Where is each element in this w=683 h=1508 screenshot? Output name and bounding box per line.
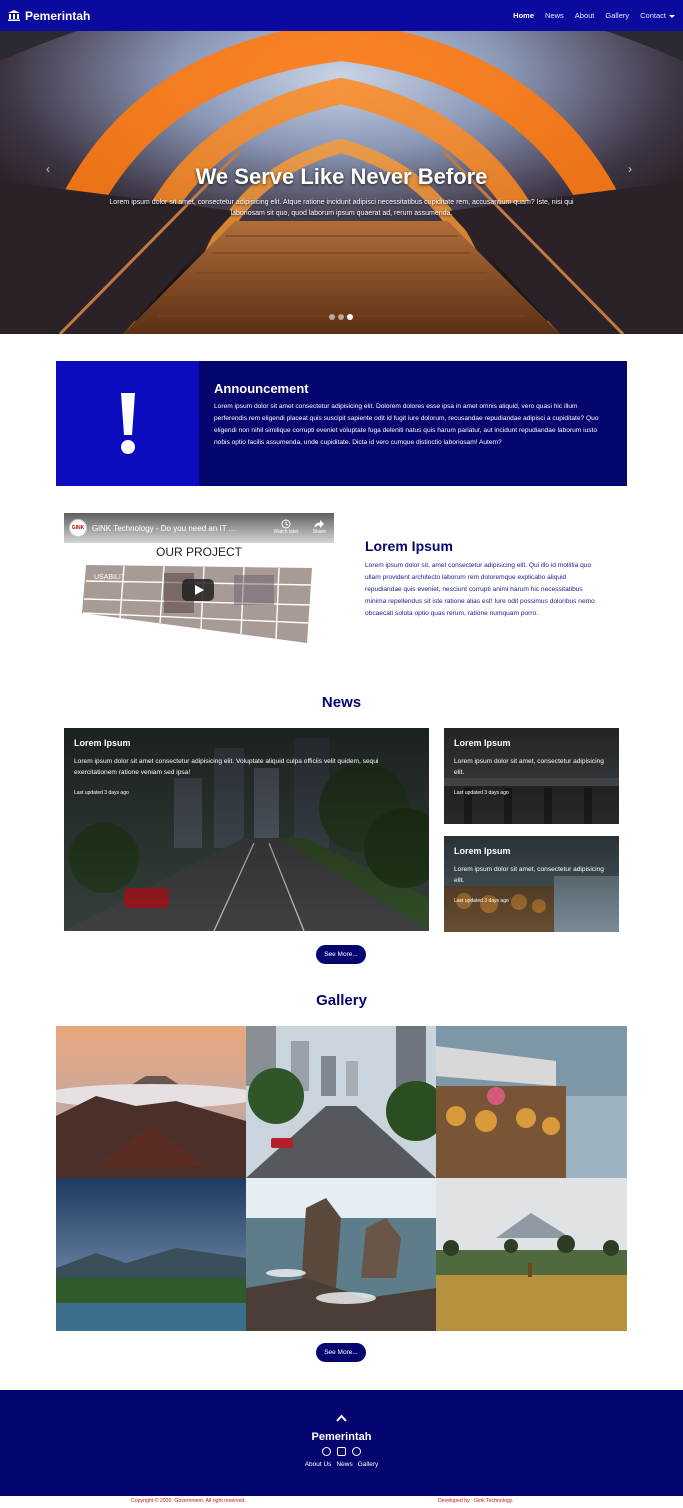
news-text: Lorem ipsum dolor sit amet, consectetur … (454, 758, 604, 776)
footer-link-about[interactable]: About Us (305, 1461, 332, 1468)
instagram-icon[interactable] (337, 1447, 346, 1456)
footer-brand: Pemerintah (311, 1431, 372, 1443)
nav-about[interactable]: About (575, 11, 595, 20)
announcement-text: Lorem ipsum dolor sit amet consectetur a… (214, 403, 599, 446)
gallery-image-market[interactable] (436, 1026, 627, 1178)
news-updated: Last updated 3 days ago (454, 898, 509, 904)
footer-links: About Us News Gallery (0, 1461, 683, 1468)
hero-title: We Serve Like Never Before (195, 164, 488, 189)
brand-name: Pemerintah (25, 8, 91, 23)
caret-down-icon (669, 14, 675, 18)
project-title: Lorem Ipsum (365, 538, 453, 554)
video-top-bar: GINK GiNK Technology - Do you need an IT… (64, 513, 334, 543)
gallery-image (246, 1026, 436, 1178)
news-content: Lorem Ipsum Lorem ipsum dolor sit amet, … (454, 846, 609, 904)
whatsapp-icon[interactable] (322, 1447, 331, 1456)
news-content: Lorem Ipsum Lorem ipsum dolor sit amet, … (454, 738, 609, 796)
footer: Pemerintah About Us News Gallery (0, 1390, 683, 1496)
gallery-image (436, 1026, 627, 1178)
nav-gallery[interactable]: Gallery (605, 11, 629, 20)
brand-link[interactable]: Pemerintah (8, 9, 90, 23)
carousel-dot-active[interactable] (347, 314, 353, 320)
watch-later-label: Watch later (273, 529, 299, 535)
gallery-grid (56, 1026, 627, 1331)
news-title: Lorem Ipsum (454, 846, 511, 856)
hero-text: Lorem ipsum dolor sit amet, consectetur … (109, 199, 574, 217)
news-card-side[interactable]: Lorem Ipsum Lorem ipsum dolor sit amet, … (444, 836, 619, 932)
footer-social (322, 1447, 361, 1456)
announcement-body: Announcement Lorem ipsum dolor sit amet … (199, 361, 627, 486)
project-video[interactable]: USABILIT GINK GiNK Technology - Do you n… (64, 513, 334, 644)
nav-contact-dropdown[interactable]: Contact (640, 11, 675, 20)
share-label: Share (312, 529, 326, 535)
carousel-dot[interactable] (338, 314, 344, 320)
svg-text:USABILIT: USABILIT (94, 574, 126, 581)
video-title[interactable]: GiNK Technology - Do you need an IT ... (92, 524, 235, 533)
video-caption: OUR PROJECT (155, 545, 242, 559)
news-heading: News (321, 694, 362, 711)
project-text-block: Lorem Ipsum Lorem ipsum dolor sit, amet … (365, 538, 602, 620)
nav-news[interactable]: News (545, 11, 564, 20)
nav-home[interactable]: Home (513, 11, 534, 20)
channel-avatar[interactable]: GINK (69, 519, 87, 537)
gallery-image-city[interactable] (246, 1026, 436, 1178)
gallery-image-lake[interactable] (56, 1178, 246, 1331)
copyright-text: Copyright © 2020. Government. All right … (131, 1498, 246, 1504)
bank-icon (8, 10, 20, 21)
news-content: Lorem Ipsum Lorem ipsum dolor sit amet c… (74, 738, 419, 796)
announcement-title: Announcement (214, 381, 309, 396)
watch-later-button[interactable]: Watch later (274, 519, 299, 535)
news-title: Lorem Ipsum (74, 738, 131, 748)
news-title: Lorem Ipsum (454, 738, 511, 748)
footer-link-news[interactable]: News (336, 1461, 352, 1468)
nav-contact-label: Contact (640, 11, 666, 20)
nav-links: Home News About Gallery Contact (513, 11, 675, 20)
gallery-image-volcano[interactable] (56, 1026, 246, 1178)
exclamation-icon (120, 392, 135, 454)
share-icon (314, 520, 325, 528)
gallery-image-rice-field[interactable] (436, 1178, 627, 1331)
gallery-see-more-button[interactable]: See More... (316, 1343, 366, 1362)
news-see-more-button[interactable]: See More... (316, 945, 366, 964)
gallery-image (56, 1026, 246, 1178)
news-card-main[interactable]: Lorem Ipsum Lorem ipsum dolor sit amet c… (64, 728, 429, 931)
dribbble-icon[interactable] (352, 1447, 361, 1456)
footer-link-gallery[interactable]: Gallery (358, 1461, 379, 1468)
copyright-bar: Copyright © 2020. Government. All right … (0, 1497, 683, 1507)
news-updated: Last updated 3 days ago (74, 790, 129, 796)
gallery-image (56, 1178, 246, 1331)
news-text: Lorem ipsum dolor sit amet consectetur a… (74, 758, 379, 776)
navbar: Pemerintah Home News About Gallery Conta… (0, 0, 683, 31)
gallery-image (246, 1178, 436, 1331)
project-text: Lorem ipsum dolor sit, amet consectetur … (365, 562, 595, 617)
carousel-indicators (329, 314, 353, 320)
announcement-icon-panel (56, 361, 199, 486)
video-actions: Watch later Share (274, 519, 326, 535)
news-text: Lorem ipsum dolor sit amet, consectetur … (454, 866, 604, 884)
play-button[interactable] (182, 579, 214, 601)
gallery-image (436, 1178, 627, 1331)
share-button[interactable]: Share (313, 519, 326, 535)
chevron-up-icon[interactable] (336, 1414, 347, 1422)
gallery-image-rocks[interactable] (246, 1178, 436, 1331)
gallery-heading: Gallery (316, 992, 367, 1009)
developer-credit: Developed by : Gink Technology. (438, 1498, 514, 1504)
carousel-dot[interactable] (329, 314, 335, 320)
page: Pemerintah Home News About Gallery Conta… (0, 0, 683, 1508)
announcement-box: Announcement Lorem ipsum dolor sit amet … (56, 361, 627, 486)
news-updated: Last updated 3 days ago (454, 790, 509, 796)
hero-carousel: ‹ › We Serve Like Never Before Lorem ips… (0, 31, 683, 334)
clock-icon (281, 519, 291, 529)
news-card-side[interactable]: Lorem Ipsum Lorem ipsum dolor sit amet, … (444, 728, 619, 824)
